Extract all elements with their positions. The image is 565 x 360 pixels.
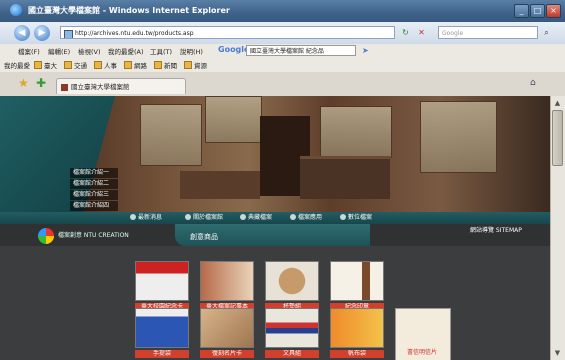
menu-edit[interactable]: 編輯(E) — [48, 46, 70, 56]
product-card[interactable]: 復刻名片卡 — [200, 308, 254, 360]
product-card[interactable]: 臺大校園紀念卡 — [135, 261, 189, 315]
close-button[interactable]: × — [546, 4, 561, 18]
folder-icon — [94, 61, 102, 69]
tab-bar: ★ ✚ 國立臺灣大學檔案館 ⌂ — [0, 72, 565, 97]
fav-item[interactable]: 交通 — [64, 60, 87, 70]
product-card[interactable]: 臺大檔案記事本 — [200, 261, 254, 315]
product-card[interactable]: 紀念印章 — [330, 261, 384, 315]
menu-view[interactable]: 檢視(V) — [78, 46, 101, 56]
fav-item[interactable]: 臺大 — [34, 60, 57, 70]
folder-icon — [154, 61, 162, 69]
fav-item[interactable]: 新聞 — [154, 60, 177, 70]
menu-bar: 檔案(F) 編輯(E) 檢視(V) 我的最愛(A) 工具(T) 說明(H) Go… — [0, 44, 565, 59]
site-nav: 最新消息 關於檔案館 典藏檔案 檔案應用 數位檔案 — [0, 212, 550, 224]
nav-item[interactable]: 數位檔案 — [340, 213, 372, 223]
product-card[interactable]: 手提袋 — [135, 308, 189, 360]
folder-icon — [34, 61, 42, 69]
web-page: 檔案館介紹一 檔案館介紹二 檔案館介紹三 檔案館介紹四 最新消息 關於檔案館 典… — [0, 96, 550, 360]
side-menu: 檔案館介紹一 檔案館介紹二 檔案館介紹三 檔案館介紹四 — [70, 168, 118, 212]
display-case — [420, 101, 497, 173]
window-title: 國立臺灣大學檔案館 - Windows Internet Explorer — [28, 6, 230, 15]
exhibit-table — [300, 156, 390, 199]
google-go-icon[interactable]: ➤ — [362, 46, 369, 55]
logo-text: 檔案創意 NTU CREATION — [58, 232, 129, 239]
product-card[interactable]: 帆布袋 — [330, 308, 384, 360]
menu-tools[interactable]: 工具(T) — [150, 46, 172, 56]
nav-item[interactable]: 關於檔案館 — [185, 213, 223, 223]
scrollbar-thumb[interactable] — [552, 110, 563, 166]
product-image — [265, 261, 319, 301]
product-label: 帆布袋 — [330, 350, 384, 358]
side-menu-item[interactable]: 檔案館介紹一 — [70, 168, 118, 178]
google-toolbar-logo: Google — [218, 45, 250, 54]
menu-favorites[interactable]: 我的最愛(A) — [108, 46, 144, 56]
nav-item[interactable]: 檔案應用 — [290, 213, 322, 223]
display-case — [320, 106, 392, 158]
product-image — [200, 308, 254, 348]
fav-item[interactable]: 我的最愛 — [4, 60, 30, 70]
fav-item[interactable]: 資源 — [184, 60, 207, 70]
nav-item[interactable]: 典藏檔案 — [240, 213, 272, 223]
product-label: 手提袋 — [135, 350, 189, 358]
scroll-up-icon[interactable]: ▲ — [551, 97, 564, 109]
product-image — [135, 261, 189, 301]
product-image — [265, 308, 319, 348]
section-title: 創意商品 — [190, 233, 218, 241]
search-icon[interactable]: ⌕ — [541, 27, 552, 38]
fav-item[interactable]: 網路 — [124, 60, 147, 70]
refresh-icon[interactable]: ↻ — [400, 27, 411, 38]
window-titlebar: 國立臺灣大學檔案館 - Windows Internet Explorer _ … — [0, 0, 565, 22]
sitemap-link[interactable]: 網站導覽 SITEMAP — [470, 225, 522, 234]
product-card[interactable]: 文具組 — [265, 308, 319, 360]
stop-icon[interactable]: ✕ — [416, 27, 427, 38]
forward-button[interactable]: ▶ — [34, 25, 50, 41]
page-icon — [64, 30, 73, 38]
product-label: 文具組 — [265, 350, 319, 358]
navigation-toolbar: ◀ ▶ http://archives.ntu.edu.tw/products.… — [0, 22, 565, 44]
maximize-button[interactable]: □ — [530, 4, 545, 18]
product-card[interactable]: 杯墊組 — [265, 261, 319, 315]
product-label: 復刻名片卡 — [200, 350, 254, 358]
google-search-input[interactable]: 國立臺灣大學檔案館 紀念品 — [246, 45, 356, 56]
ntu-creation-logo-icon — [38, 228, 54, 244]
bullet-icon — [130, 214, 136, 220]
folder-icon — [184, 61, 192, 69]
minimize-button[interactable]: _ — [514, 4, 529, 18]
nav-item[interactable]: 最新消息 — [130, 213, 162, 223]
site-favicon-icon — [61, 84, 68, 91]
scroll-down-icon[interactable]: ▼ — [551, 347, 564, 359]
home-icon[interactable]: ⌂ — [530, 78, 536, 88]
exhibit-table — [180, 171, 260, 199]
add-favorite-icon[interactable]: ✚ — [36, 76, 46, 90]
display-case — [205, 96, 262, 143]
product-image — [135, 308, 189, 348]
bullet-icon — [240, 214, 246, 220]
product-card[interactable]: 書信明信片 — [395, 308, 451, 360]
fav-item[interactable]: 人事 — [94, 60, 117, 70]
internet-explorer-icon — [10, 4, 22, 16]
folder-icon — [64, 61, 72, 69]
tab-archives[interactable]: 國立臺灣大學檔案館 — [56, 78, 186, 94]
folder-icon — [124, 61, 132, 69]
bullet-icon — [340, 214, 346, 220]
back-button[interactable]: ◀ — [14, 25, 30, 41]
product-label: 書信明信片 — [406, 349, 437, 356]
menu-file[interactable]: 檔案(F) — [18, 46, 40, 56]
menu-help[interactable]: 說明(H) — [180, 46, 203, 56]
product-image — [330, 261, 384, 301]
side-menu-item[interactable]: 檔案館介紹四 — [70, 201, 118, 211]
address-bar[interactable]: http://archives.ntu.edu.tw/products.asp — [60, 26, 395, 39]
bullet-icon — [185, 214, 191, 220]
product-image — [330, 308, 384, 348]
favorites-star-icon[interactable]: ★ — [18, 76, 29, 90]
display-case — [140, 104, 202, 166]
side-menu-item[interactable]: 檔案館介紹二 — [70, 179, 118, 189]
product-image — [200, 261, 254, 301]
search-input[interactable]: Google — [438, 26, 538, 39]
address-text: http://archives.ntu.edu.tw/products.asp — [75, 30, 194, 37]
bullet-icon — [290, 214, 296, 220]
favorites-bar: 我的最愛 臺大 交通 人事 網路 新聞 資源 — [0, 58, 565, 73]
side-menu-item[interactable]: 檔案館介紹三 — [70, 190, 118, 200]
